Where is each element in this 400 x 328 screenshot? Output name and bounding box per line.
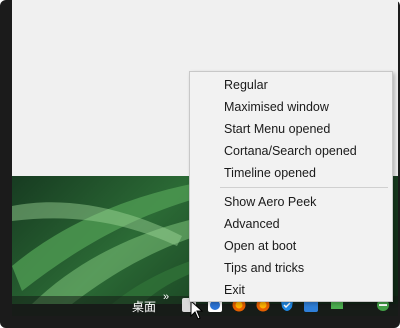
menu-item-advanced[interactable]: Advanced	[190, 213, 392, 235]
menu-item-open-at-boot[interactable]: Open at boot	[190, 235, 392, 257]
screen: 桌面 » Regular Maximised window Start Menu…	[0, 0, 400, 328]
tray-context-menu: Regular Maximised window Start Menu open…	[189, 71, 393, 302]
menu-item-start-menu-opened[interactable]: Start Menu opened	[190, 118, 392, 140]
mouse-cursor-icon	[190, 299, 204, 325]
desktop-toolbar-label[interactable]: 桌面	[132, 298, 156, 315]
menu-item-regular[interactable]: Regular	[190, 74, 392, 96]
menu-item-exit[interactable]: Exit	[190, 279, 392, 301]
menu-separator	[220, 187, 388, 188]
menu-item-tips-and-tricks[interactable]: Tips and tricks	[190, 257, 392, 279]
menu-item-cortana-search-opened[interactable]: Cortana/Search opened	[190, 140, 392, 162]
menu-item-maximised-window[interactable]: Maximised window	[190, 96, 392, 118]
menu-item-timeline-opened[interactable]: Timeline opened	[190, 162, 392, 184]
menu-item-show-aero-peek[interactable]: Show Aero Peek	[190, 191, 392, 213]
toolbar-overflow-chevron[interactable]: »	[163, 291, 169, 303]
